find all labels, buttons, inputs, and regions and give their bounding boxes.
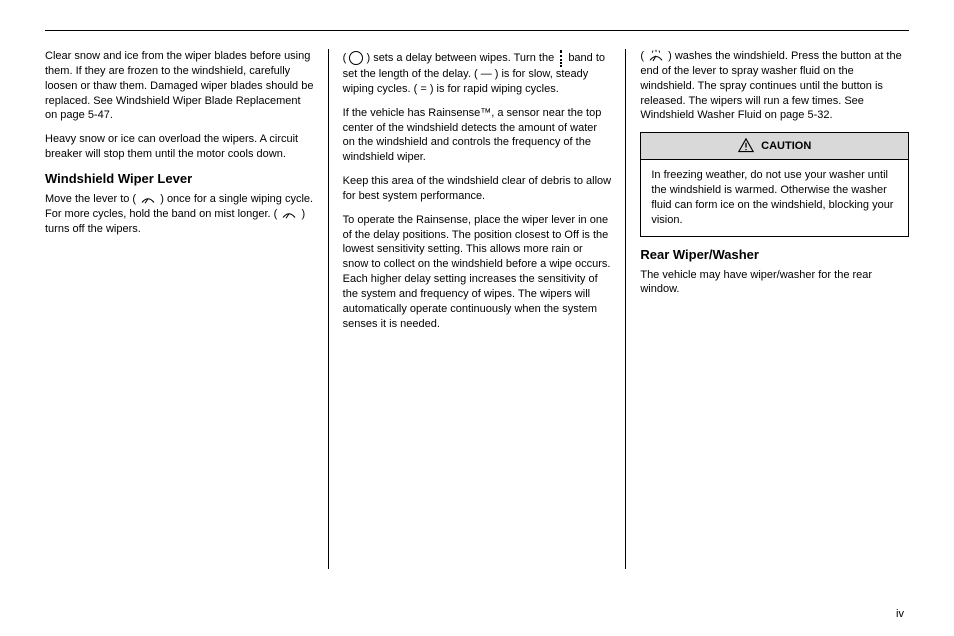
- text-frag: (: [640, 50, 644, 62]
- top-rule: [45, 30, 909, 31]
- page-number: iv: [896, 608, 904, 620]
- text-frag: ) sets a delay between wipes. Turn the: [366, 52, 554, 64]
- column-3: ( ) washes the windshield. Press the but…: [626, 49, 909, 569]
- caution-box: CAUTION In freezing weather, do not use …: [640, 132, 909, 236]
- col1-para2: Heavy snow or ice can overload the wiper…: [45, 132, 314, 162]
- fast-wipe-icon: =: [420, 83, 426, 95]
- col2-para3: Keep this area of the windshield clear o…: [343, 174, 612, 204]
- delay-band-icon: [557, 49, 565, 67]
- slow-wipe-icon: —: [481, 68, 492, 80]
- caution-title-text: CAUTION: [761, 140, 811, 152]
- warning-triangle-icon: [738, 138, 754, 152]
- caution-header: CAUTION: [641, 133, 908, 160]
- text-frag: Move the lever to (: [45, 193, 136, 205]
- col1-para3: Move the lever to ( ) once for a single …: [45, 192, 314, 237]
- caution-body: In freezing weather, do not use your was…: [641, 160, 908, 235]
- text-frag: ) is for rapid wiping cycles.: [430, 83, 559, 95]
- text-frag: (: [343, 52, 347, 64]
- col1-section-title: Windshield Wiper Lever: [45, 171, 314, 186]
- windshield-wiper-icon: [139, 192, 157, 206]
- column-2: ( ) sets a delay between wipes. Turn the…: [329, 49, 626, 569]
- col2-para1: ( ) sets a delay between wipes. Turn the…: [343, 49, 612, 97]
- col1-para1: Clear snow and ice from the wiper blades…: [45, 49, 314, 123]
- col3-para1: ( ) washes the windshield. Press the but…: [640, 49, 909, 123]
- content-columns: Clear snow and ice from the wiper blades…: [45, 49, 909, 569]
- windshield-washer-icon: [647, 49, 665, 63]
- text-frag: ) washes the windshield. Press the butto…: [640, 50, 901, 121]
- col3-section-title: Rear Wiper/Washer: [640, 247, 909, 262]
- col2-para4: To operate the Rainsense, place the wipe…: [343, 213, 612, 332]
- circle-icon: [349, 51, 363, 65]
- column-1: Clear snow and ice from the wiper blades…: [45, 49, 328, 569]
- windshield-wiper-icon: [280, 207, 298, 221]
- col3-para2: The vehicle may have wiper/washer for th…: [640, 268, 909, 298]
- col2-para2: If the vehicle has Rainsense™, a sensor …: [343, 106, 612, 165]
